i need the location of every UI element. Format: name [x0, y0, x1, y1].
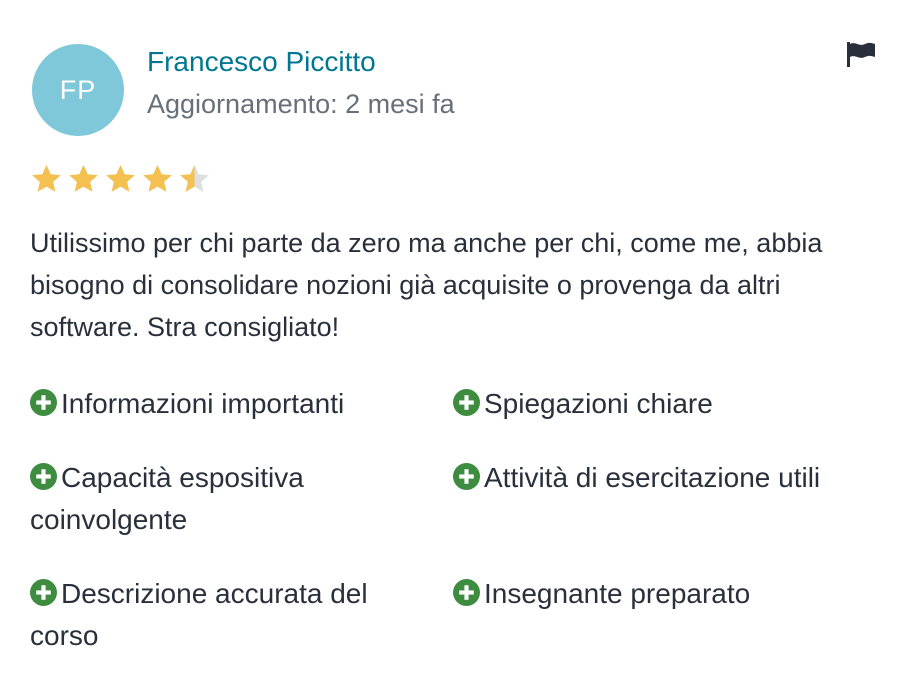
- tag-item: Descrizione accurata del corso: [30, 573, 430, 657]
- avatar: FP: [32, 44, 124, 136]
- plus-circle-icon: [30, 463, 57, 490]
- star-icon: [180, 165, 209, 192]
- star-rating: [28, 162, 213, 194]
- tag-item: Attività di esercitazione utili: [453, 457, 893, 499]
- plus-circle-icon: [453, 579, 480, 606]
- avatar-initials: FP: [59, 74, 97, 105]
- tag-label: Attività di esercitazione utili: [484, 462, 821, 493]
- tag-item: Capacità espositiva coinvolgente: [30, 457, 430, 541]
- plus-circle-icon: [30, 579, 57, 606]
- review-body: Utilissimo per chi parte da zero ma anch…: [30, 228, 823, 342]
- tag-label: Informazioni importanti: [61, 388, 345, 419]
- review-updated-time: Aggiornamento: 2 mesi fa: [147, 89, 455, 119]
- tag-item: Informazioni importanti: [30, 383, 430, 425]
- flag-icon[interactable]: [845, 40, 877, 68]
- tag-label: Insegnante preparato: [484, 578, 751, 609]
- tag-item: Spiegazioni chiare: [453, 383, 893, 425]
- reviewer-name: Francesco Piccitto: [147, 46, 376, 77]
- plus-circle-icon: [453, 463, 480, 490]
- tag-label: Spiegazioni chiare: [484, 388, 713, 419]
- star-icon: [32, 165, 61, 192]
- plus-circle-icon: [30, 389, 57, 416]
- tag-item: Insegnante preparato: [453, 573, 893, 615]
- tag-label: Descrizione accurata del corso: [30, 578, 368, 651]
- star-icon: [69, 165, 98, 192]
- star-icon: [106, 165, 135, 192]
- tag-label: Capacità espositiva coinvolgente: [30, 462, 304, 535]
- star-icon: [143, 165, 172, 192]
- plus-circle-icon: [453, 389, 480, 416]
